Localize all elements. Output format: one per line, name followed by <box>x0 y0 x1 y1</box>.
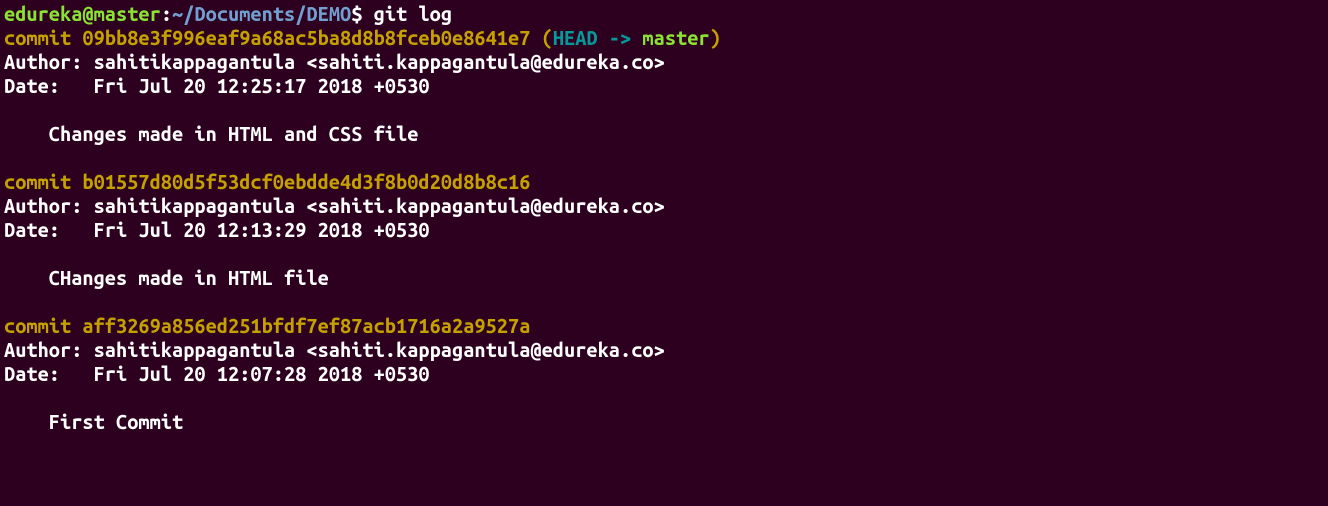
terminal-output[interactable]: edureka@master:~/Documents/DEMO$ git log… <box>0 0 1328 436</box>
commit-hash: 09bb8e3f996eaf9a68ac5ba8d8b8fceb0e8641e7 <box>82 26 530 49</box>
author-line: Author: sahitikappagantula <sahiti.kappa… <box>4 194 665 217</box>
head-label: HEAD -> <box>553 26 643 49</box>
date-line: Date: Fri Jul 20 12:25:17 2018 +0530 <box>4 74 430 97</box>
prompt-sep: : <box>161 2 172 25</box>
commit-hash: b01557d80d5f53dcf0ebdde4d3f8b0d20d8b8c16 <box>82 170 530 193</box>
command-text: git log <box>374 2 452 25</box>
commit-line: commit b01557d80d5f53dcf0ebdde4d3f8b0d20… <box>4 170 530 193</box>
author-line: Author: sahitikappagantula <sahiti.kappa… <box>4 338 665 361</box>
branch-name: master <box>642 26 709 49</box>
prompt-user: edureka@master <box>4 2 161 25</box>
prompt-dollar: $ <box>351 2 362 25</box>
date-line: Date: Fri Jul 20 12:07:28 2018 +0530 <box>4 362 430 385</box>
commit-message: First Commit <box>4 410 183 433</box>
commit-line: commit 09bb8e3f996eaf9a68ac5ba8d8b8fceb0… <box>4 26 530 49</box>
commit-hash: aff3269a856ed251bfdf7ef87acb1716a2a9527a <box>82 314 530 337</box>
date-line: Date: Fri Jul 20 12:13:29 2018 +0530 <box>4 218 430 241</box>
commit-message: Changes made in HTML and CSS file <box>4 122 418 145</box>
head-paren-close: ) <box>710 26 721 49</box>
head-paren-open: ( <box>530 26 552 49</box>
commit-line: commit aff3269a856ed251bfdf7ef87acb1716a… <box>4 314 530 337</box>
prompt-path: ~/Documents/DEMO <box>172 2 351 25</box>
commit-message: CHanges made in HTML file <box>4 266 329 289</box>
author-line: Author: sahitikappagantula <sahiti.kappa… <box>4 50 665 73</box>
